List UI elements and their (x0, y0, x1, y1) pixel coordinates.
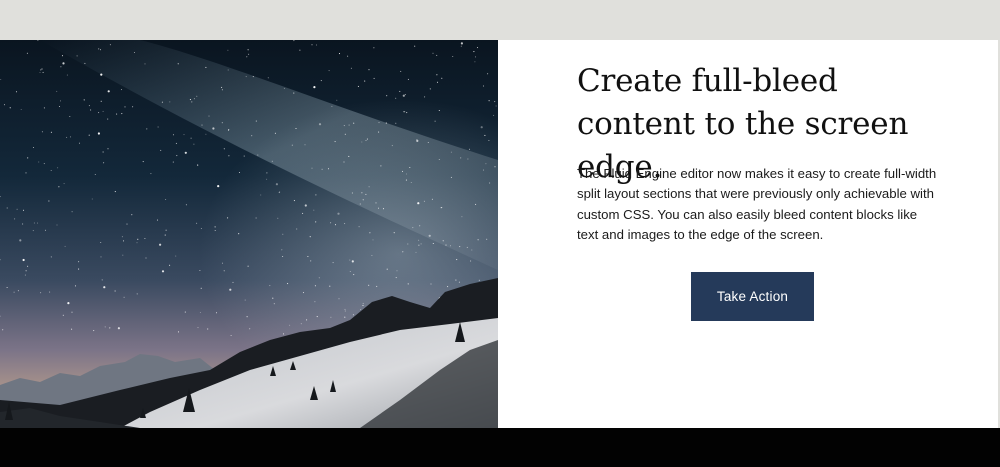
bottom-band (0, 428, 1000, 467)
night-sky-image (0, 40, 498, 428)
night-sky-mountain-photo (0, 40, 498, 428)
take-action-button[interactable]: Take Action (691, 272, 814, 321)
section-body-text: The Fluid Engine editor now makes it eas… (577, 166, 937, 243)
top-band (0, 0, 1000, 40)
